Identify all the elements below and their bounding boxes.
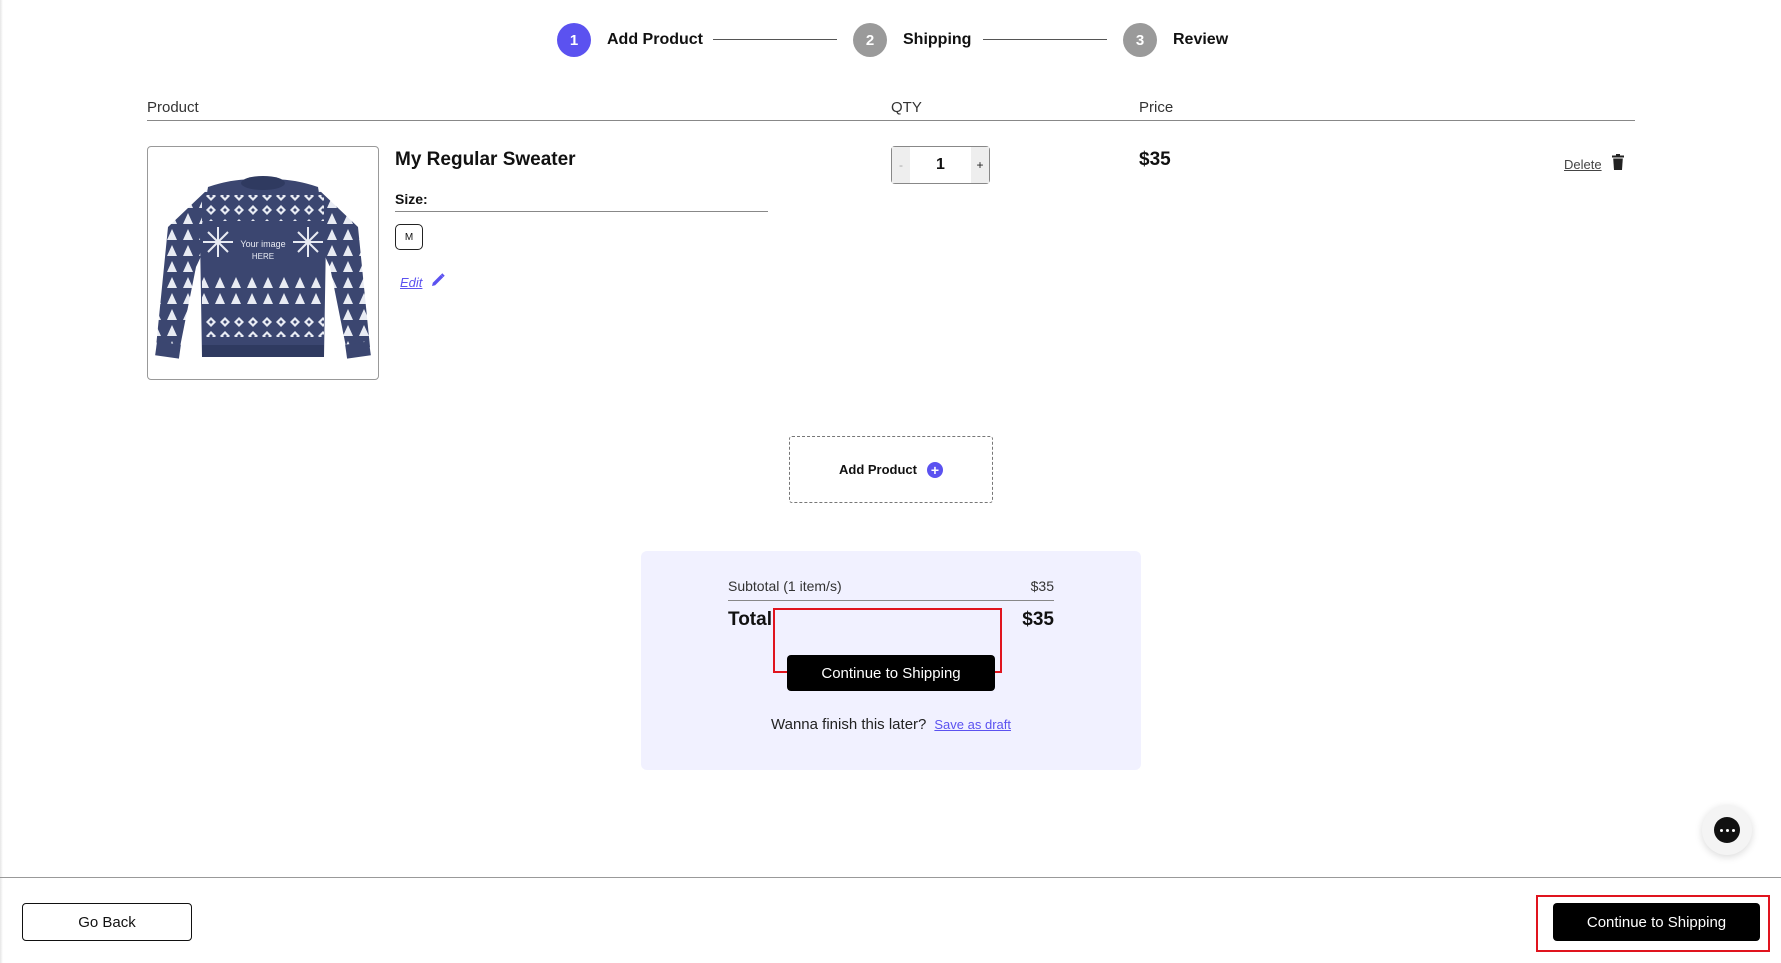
step-label: Shipping (903, 31, 972, 48)
checkout-stepper: 1 Add Product 2 Shipping 3 Review (557, 22, 1228, 58)
total-value: $35 (1022, 609, 1054, 630)
step-review[interactable]: 3 Review (1123, 22, 1228, 58)
size-label: Size: (395, 191, 428, 207)
step-number: 1 (557, 23, 591, 57)
product-thumbnail: Your image HERE (147, 146, 379, 380)
subtotal-value: $35 (1030, 578, 1054, 594)
left-edge-shadow (0, 0, 3, 963)
qty-increment-button[interactable]: + (971, 147, 989, 183)
finish-later-text: Wanna finish this later? (771, 716, 927, 733)
add-product-button[interactable]: Add Product + (789, 436, 993, 503)
quantity-stepper: - 1 + (891, 146, 990, 184)
plus-circle-icon: + (927, 461, 943, 478)
chat-launcher-button[interactable] (1702, 805, 1752, 855)
size-divider (395, 211, 768, 212)
subtotal-row: Subtotal (1 item/s) $35 (728, 578, 1054, 594)
add-product-label: Add Product (839, 462, 917, 477)
step-label: Add Product (607, 31, 703, 48)
footer-divider (0, 877, 1781, 878)
total-label: Total (728, 609, 772, 630)
step-label: Review (1173, 31, 1229, 48)
column-header-product: Product (147, 99, 199, 116)
step-shipping[interactable]: 2 Shipping (853, 22, 971, 58)
save-as-draft-link[interactable]: Save as draft (934, 717, 1011, 732)
qty-value[interactable]: 1 (910, 156, 971, 174)
step-add-product[interactable]: 1 Add Product (557, 22, 703, 58)
image-placeholder-text: HERE (252, 252, 274, 261)
go-back-button[interactable]: Go Back (22, 903, 192, 941)
footer-continue-to-shipping-button[interactable]: Continue to Shipping (1553, 903, 1760, 941)
edit-product-link[interactable]: Edit (400, 272, 446, 293)
image-placeholder-text: Your image (240, 239, 285, 249)
subtotal-divider (728, 600, 1054, 601)
step-number: 2 (853, 23, 887, 57)
edit-label: Edit (400, 275, 423, 290)
qty-decrement-button[interactable]: - (892, 147, 910, 183)
pencil-icon (430, 272, 446, 293)
column-header-qty: QTY (891, 99, 922, 116)
delete-item-button[interactable]: Delete (1564, 154, 1624, 175)
subtotal-label: Subtotal (1 item/s) (728, 578, 842, 594)
sweater-image: Your image HERE (155, 176, 371, 359)
step-connector (983, 39, 1107, 40)
product-name: My Regular Sweater (395, 149, 576, 170)
size-chip: M (395, 224, 423, 250)
column-header-price: Price (1139, 99, 1174, 116)
order-summary: Subtotal (1 item/s) $35 Total $35 Contin… (641, 551, 1141, 770)
save-later-row: Wanna finish this later? Save as draft (641, 716, 1141, 733)
trash-icon (1611, 154, 1624, 175)
item-price: $35 (1139, 149, 1171, 170)
chat-bubble-icon (1714, 817, 1740, 843)
step-number: 3 (1123, 23, 1157, 57)
step-connector (713, 39, 837, 40)
header-divider (147, 120, 1635, 121)
delete-label: Delete (1564, 157, 1602, 172)
continue-to-shipping-button[interactable]: Continue to Shipping (787, 655, 995, 691)
